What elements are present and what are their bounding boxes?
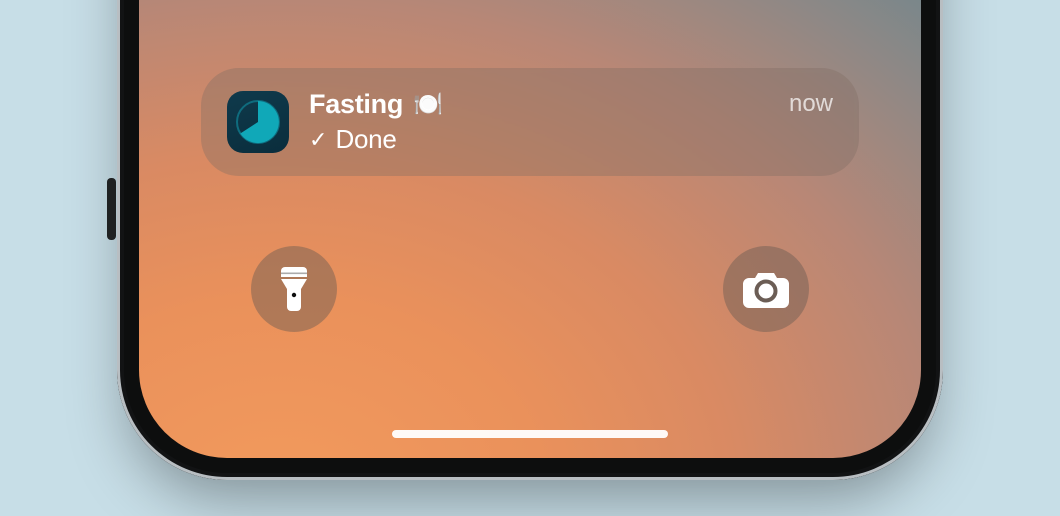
pie-timer-icon xyxy=(235,99,281,145)
notification-title: Fasting xyxy=(309,89,403,120)
plate-emoji-icon: 🍽️ xyxy=(413,93,443,117)
app-icon xyxy=(227,91,289,153)
flashlight-button[interactable] xyxy=(251,246,337,332)
home-indicator[interactable] xyxy=(392,430,668,438)
check-icon: ✓ xyxy=(309,129,327,151)
camera-button[interactable] xyxy=(723,246,809,332)
notification-body: Done xyxy=(335,124,396,155)
notification-title-row: Fasting 🍽️ xyxy=(309,89,789,120)
notification-card[interactable]: Fasting 🍽️ ✓ Done now xyxy=(201,68,859,176)
lock-screen: Fasting 🍽️ ✓ Done now xyxy=(139,0,921,458)
side-button xyxy=(107,178,116,240)
notification-text: Fasting 🍽️ ✓ Done xyxy=(309,89,789,155)
flashlight-icon xyxy=(278,267,310,311)
notification-timestamp: now xyxy=(789,90,833,118)
notification-body-row: ✓ Done xyxy=(309,124,789,155)
phone-frame: Fasting 🍽️ ✓ Done now xyxy=(117,0,943,480)
camera-icon xyxy=(743,270,789,308)
